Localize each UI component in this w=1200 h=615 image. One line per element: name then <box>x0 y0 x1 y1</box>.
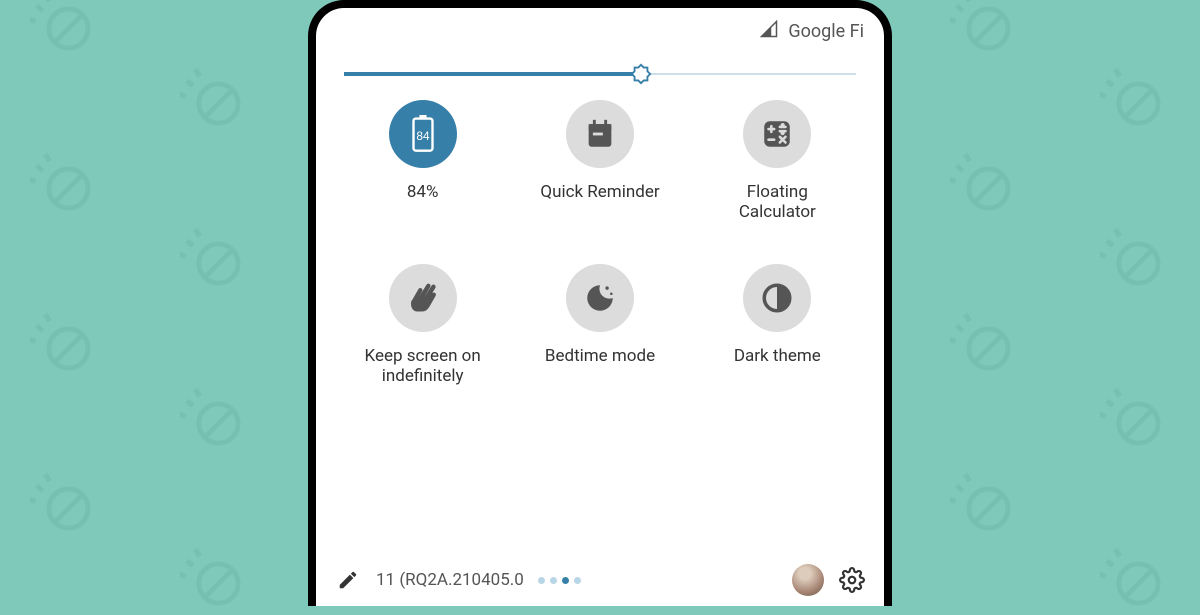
page-dot <box>550 577 557 584</box>
status-bar: Google Fi <box>316 8 884 54</box>
tile-label: Keep screen on indefinitely <box>365 346 481 387</box>
tile-bedtime-mode[interactable]: Bedtime mode <box>511 264 688 404</box>
tile-label: Quick Reminder <box>540 182 659 202</box>
tile-quick-reminder[interactable]: Quick Reminder <box>511 100 688 240</box>
page-indicator <box>538 577 581 584</box>
build-number[interactable]: 11 (RQ2A.210405.0 <box>376 570 524 590</box>
tile-label: Bedtime mode <box>545 346 655 366</box>
qs-footer: 11 (RQ2A.210405.0 <box>316 556 884 606</box>
tile-label: 84% <box>407 182 439 202</box>
calendar-icon <box>566 100 634 168</box>
edit-button[interactable] <box>334 566 362 594</box>
signal-icon <box>760 20 778 43</box>
battery-icon: 84 <box>389 100 457 168</box>
contrast-icon <box>743 264 811 332</box>
tile-label: Dark theme <box>734 346 821 366</box>
tile-floating-calculator[interactable]: Floating Calculator <box>689 100 866 240</box>
moon-icon <box>566 264 634 332</box>
settings-button[interactable] <box>838 566 866 594</box>
qs-tiles: 84 84% Quick Reminder Floating Calculato… <box>316 86 884 404</box>
tile-label: Floating Calculator <box>739 182 816 223</box>
tile-keep-screen-on[interactable]: Keep screen on indefinitely <box>334 264 511 404</box>
tile-dark-theme[interactable]: Dark theme <box>689 264 866 404</box>
slider-track-active <box>344 72 641 76</box>
quick-settings-panel: Google Fi 84 84% Quic <box>316 8 884 606</box>
brightness-slider[interactable] <box>316 54 884 86</box>
page-dot-active <box>562 577 569 584</box>
page-dot <box>574 577 581 584</box>
page-dot <box>538 577 545 584</box>
brightness-thumb-icon[interactable] <box>630 63 652 85</box>
svg-text:84: 84 <box>416 129 430 143</box>
user-avatar[interactable] <box>792 564 824 596</box>
phone-frame: Google Fi 84 84% Quic <box>308 0 892 606</box>
carrier-label: Google Fi <box>788 21 864 42</box>
tile-battery[interactable]: 84 84% <box>334 100 511 240</box>
hand-wave-icon <box>389 264 457 332</box>
calculator-icon <box>743 100 811 168</box>
